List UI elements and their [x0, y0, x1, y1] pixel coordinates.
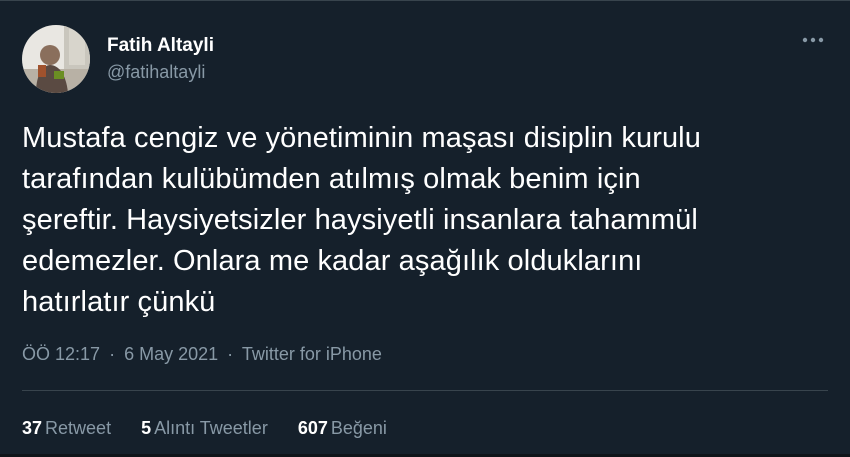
- like-label: Beğeni: [330, 418, 387, 438]
- tweet-line: tarafından kulübümden atılmış olmak beni…: [22, 163, 641, 195]
- avatar[interactable]: [22, 25, 90, 93]
- quote-tweets-stat[interactable]: 5 Alıntı Tweetler: [141, 418, 268, 439]
- profile-photo-icon: [22, 25, 90, 93]
- tweet-stats: 37 Retweet 5 Alıntı Tweetler 607 Beğeni: [22, 418, 417, 439]
- meta-separator: ·: [109, 344, 116, 364]
- quote-label: Alıntı Tweetler: [154, 418, 268, 438]
- retweet-label: Retweet: [45, 418, 112, 438]
- retweet-count: 37: [22, 418, 43, 438]
- top-border: [0, 0, 850, 1]
- like-count: 607: [297, 418, 328, 438]
- divider: [22, 390, 828, 391]
- retweets-stat[interactable]: 37 Retweet: [22, 418, 111, 439]
- tweet-line: Mustafa cengiz ve yönetiminin maşası dis…: [22, 122, 701, 154]
- author-handle[interactable]: @fatihaltayli: [107, 62, 205, 83]
- tweet-source[interactable]: Twitter for iPhone: [242, 344, 382, 364]
- more-options-button[interactable]: [798, 30, 828, 50]
- tweet-meta: ÖÖ 12:17 · 6 May 2021 · Twitter for iPho…: [22, 344, 382, 365]
- tweet-line: şereftir. Haysiyetsizler haysiyetli insa…: [22, 204, 698, 236]
- likes-stat[interactable]: 607 Beğeni: [298, 418, 387, 439]
- tweet-line: edemezler. Onlara me kadar aşağılık oldu…: [22, 245, 643, 277]
- quote-count: 5: [141, 418, 152, 438]
- tweet-time[interactable]: ÖÖ 12:17: [22, 344, 100, 364]
- meta-separator: ·: [227, 344, 234, 364]
- tweet-date[interactable]: 6 May 2021: [124, 344, 218, 364]
- tweet-text: Mustafa cengiz ve yönetiminin maşası dis…: [22, 118, 822, 323]
- more-horizontal-icon: [802, 37, 824, 43]
- author-name[interactable]: Fatih Altayli: [107, 35, 214, 57]
- tweet-line: hatırlatır çünkü: [22, 286, 216, 318]
